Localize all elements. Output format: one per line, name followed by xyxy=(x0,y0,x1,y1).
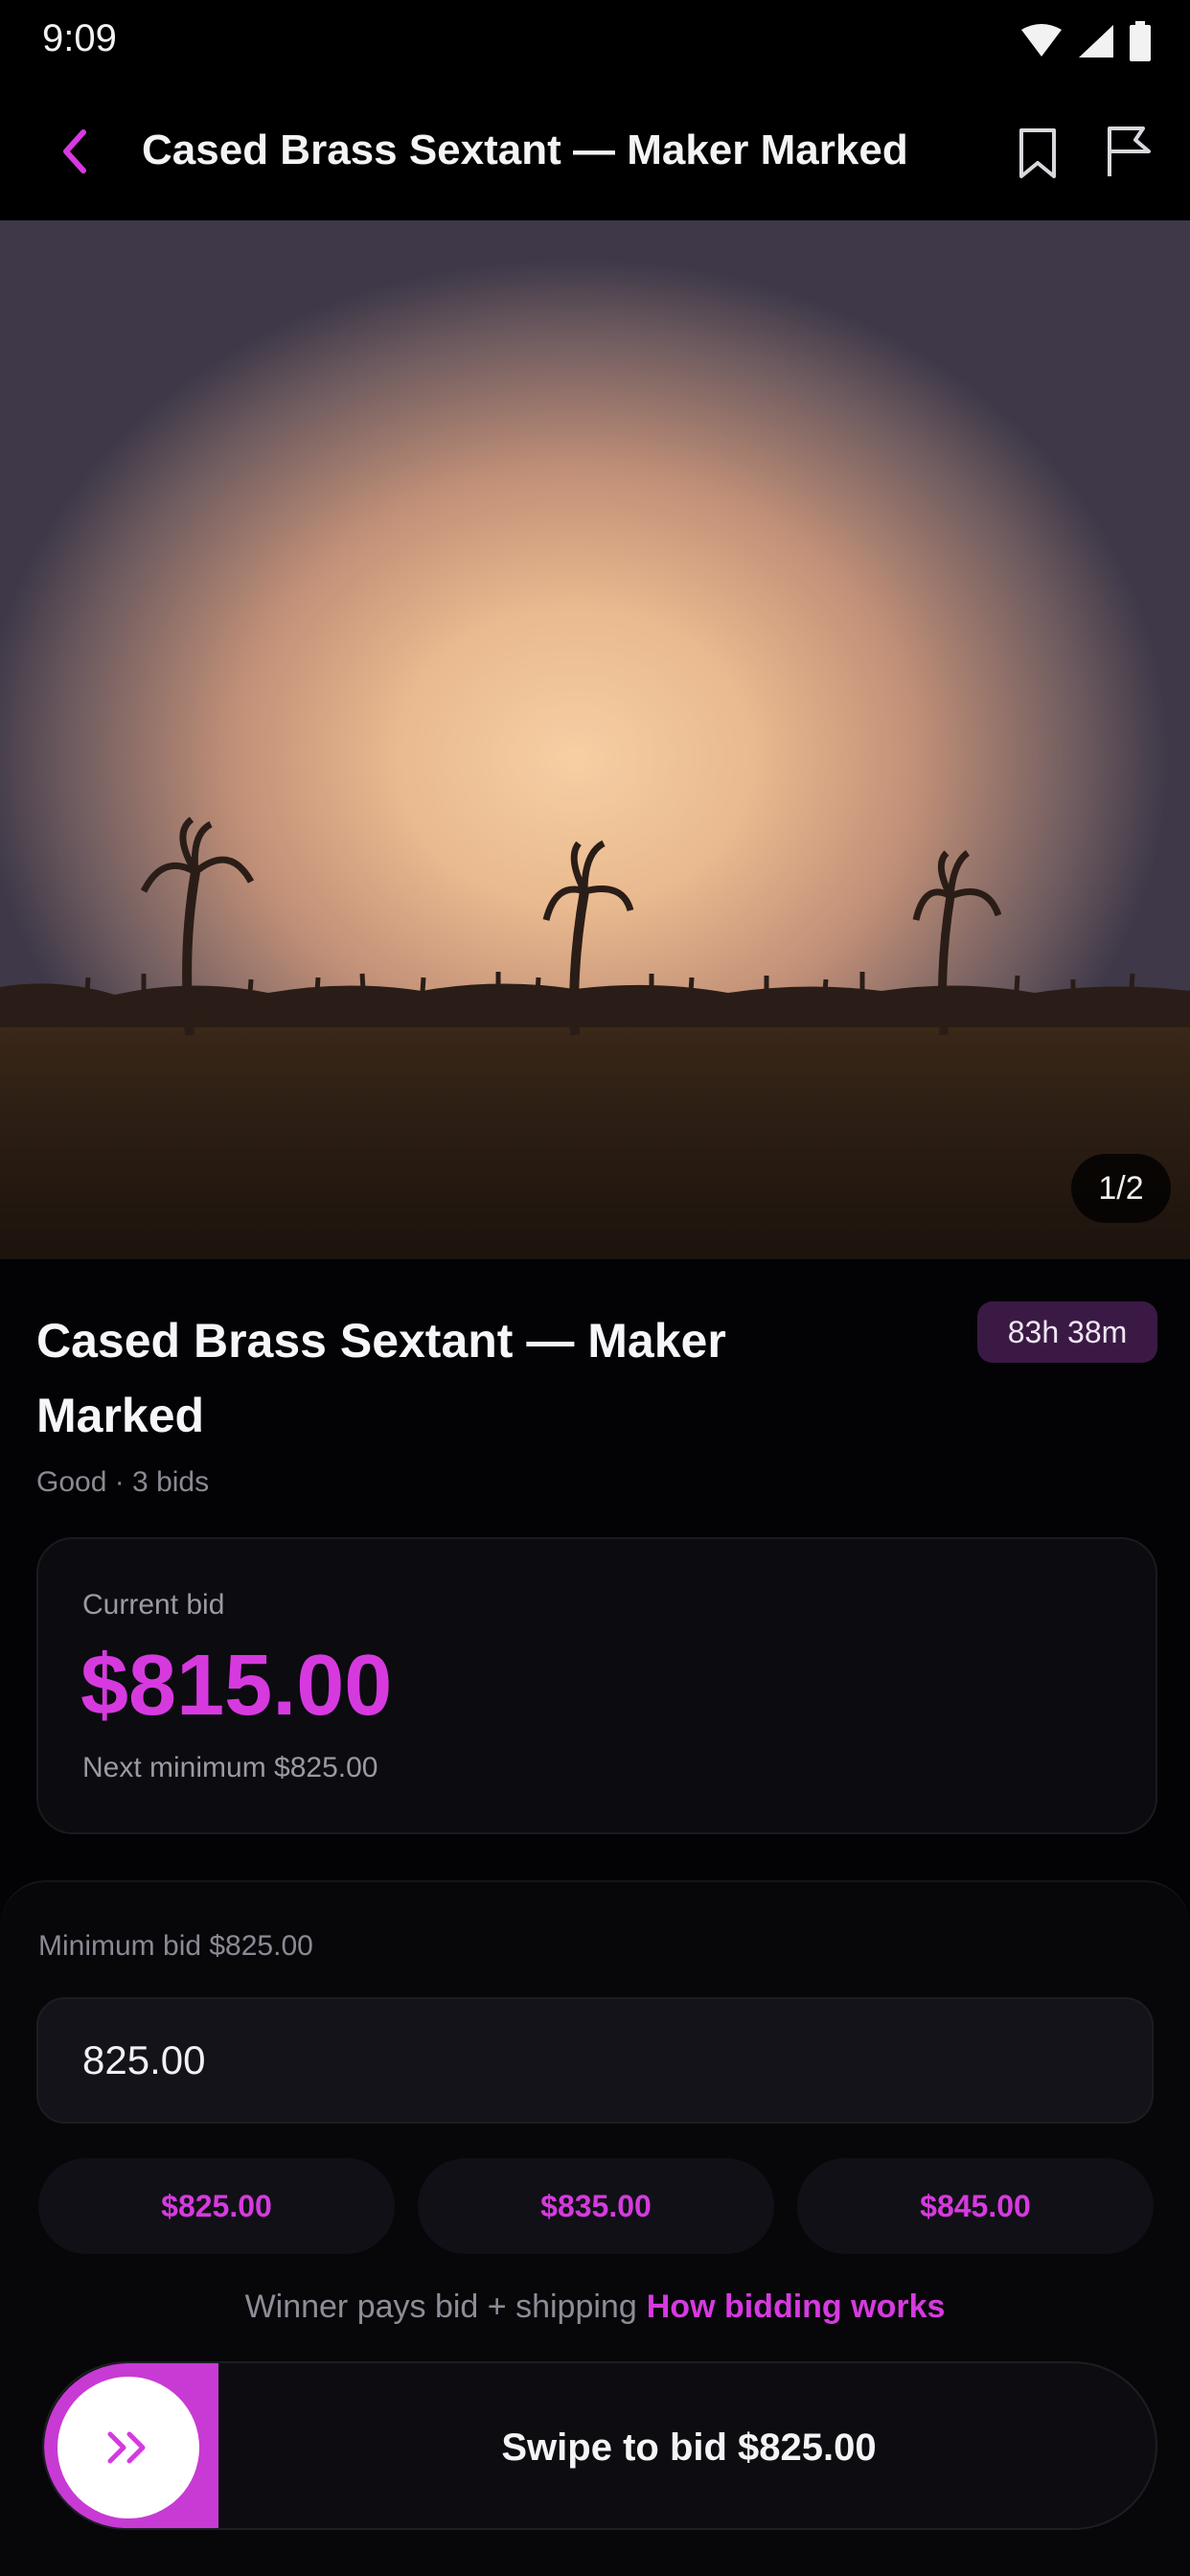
current-bid-card: Current bid $815.00 Next minimum $825.00 xyxy=(36,1537,1157,1834)
bookmark-icon xyxy=(1019,128,1056,178)
wifi-icon xyxy=(1021,24,1062,57)
how-bidding-works-link[interactable]: How bidding works xyxy=(647,2288,946,2325)
listing-photo[interactable]: 1/2 xyxy=(0,220,1190,1259)
swipe-to-bid-label: Swipe to bid $825.00 xyxy=(501,2426,877,2469)
signal-icon xyxy=(1079,25,1113,58)
bid-sheet: Minimum bid $825.00 $825.00 $835.00 $845… xyxy=(0,1880,1190,2576)
battery-icon xyxy=(1130,21,1151,61)
status-icons xyxy=(1019,21,1152,61)
listing-title: Cased Brass Sextant — Maker Marked xyxy=(36,1314,726,1442)
bidding-footnote: Winner pays bid + shipping How bidding wo… xyxy=(0,2288,1190,2326)
app-bar: Cased Brass Sextant — Maker Marked xyxy=(0,82,1190,220)
report-flag-button[interactable] xyxy=(1100,121,1157,182)
quick-bid-button[interactable]: $835.00 xyxy=(418,2158,774,2254)
current-bid-label: Current bid xyxy=(82,1589,225,1621)
double-chevron-right-icon xyxy=(107,2431,146,2464)
current-bid-amount: $815.00 xyxy=(80,1638,393,1734)
bookmark-button[interactable] xyxy=(1011,123,1064,184)
status-time: 9:09 xyxy=(42,17,117,59)
footnote-text: Winner pays bid + shipping xyxy=(244,2288,637,2325)
palm-silhouettes xyxy=(0,816,1190,1036)
back-chevron-icon xyxy=(63,129,86,173)
swipe-to-bid-track[interactable]: Swipe to bid $825.00 xyxy=(42,2361,1157,2530)
next-minimum-text: Next minimum $825.00 xyxy=(82,1752,378,1783)
back-button[interactable] xyxy=(46,121,103,182)
photo-counter-badge: 1/2 xyxy=(1071,1154,1171,1223)
listing-meta: Good · 3 bids xyxy=(36,1466,210,1498)
minimum-bid-label: Minimum bid $825.00 xyxy=(38,1930,313,1962)
bid-amount-input[interactable] xyxy=(36,1997,1154,2124)
status-bar: 9:09 xyxy=(0,0,1190,82)
flag-icon xyxy=(1108,126,1151,176)
quick-bid-button[interactable]: $825.00 xyxy=(38,2158,395,2254)
swipe-handle[interactable] xyxy=(57,2377,199,2518)
page-title: Cased Brass Sextant — Maker Marked xyxy=(142,126,908,173)
time-left-badge: 83h 38m xyxy=(977,1301,1157,1363)
quick-bid-row: $825.00 $835.00 $845.00 xyxy=(38,2158,1154,2254)
quick-bid-button[interactable]: $845.00 xyxy=(797,2158,1154,2254)
